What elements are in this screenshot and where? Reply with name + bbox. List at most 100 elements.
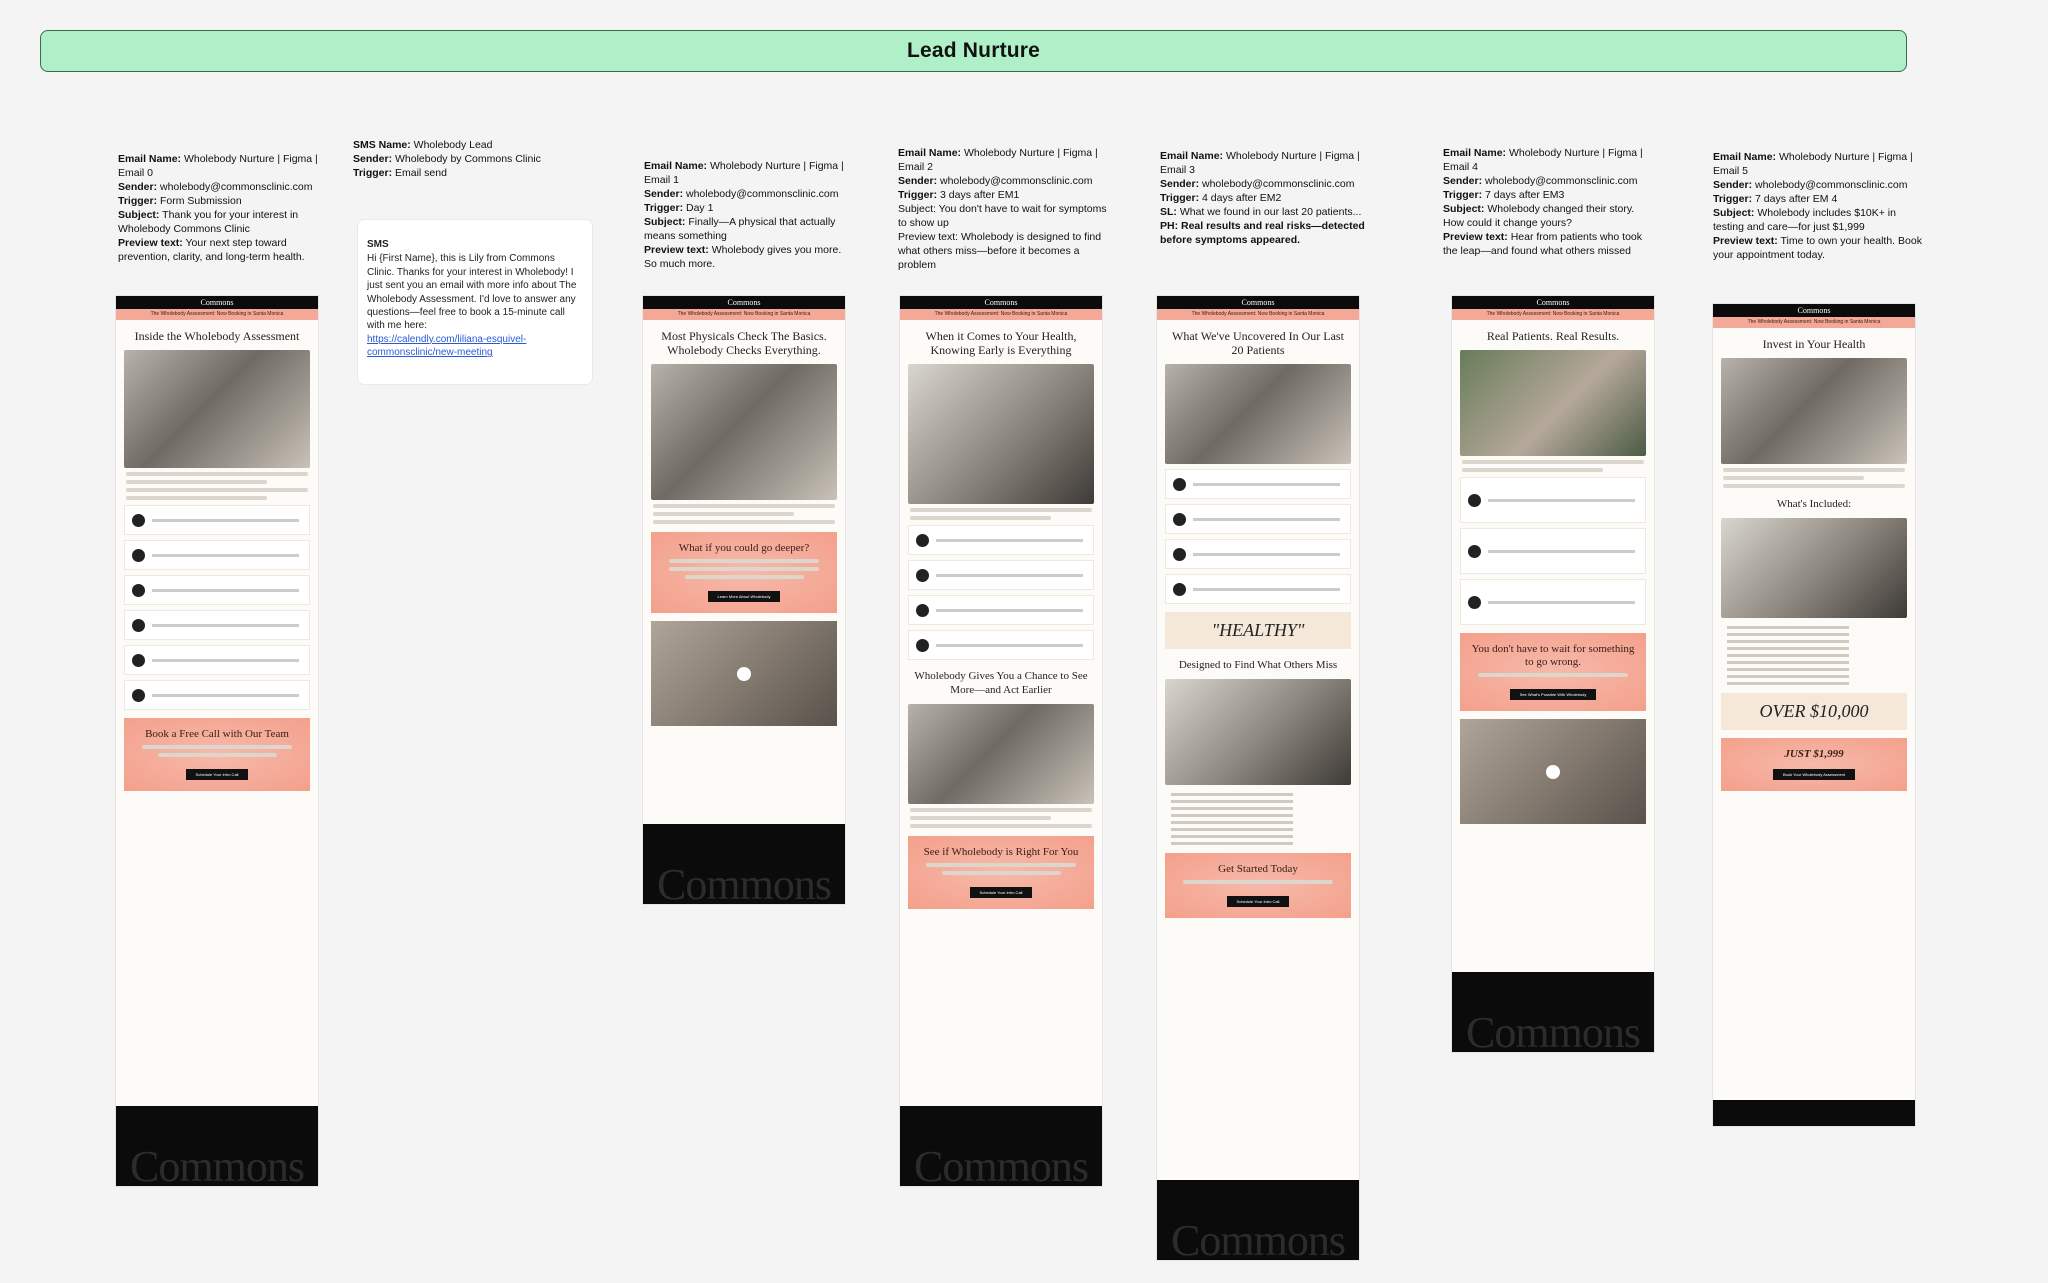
schedule-call-button[interactable]: Schedule Your Intro Call	[1226, 896, 1290, 907]
testimonial-image	[1460, 350, 1646, 456]
meta-label: Email Name:	[1443, 147, 1507, 159]
meta-value: Day 1	[683, 202, 714, 214]
list-item	[124, 540, 310, 570]
email-announcement-bar: The Wholebody Assessment: Now Booking in…	[1713, 317, 1915, 328]
meta-label: Sender:	[1160, 178, 1200, 190]
meta-label: Email Name:	[898, 147, 962, 159]
avatar	[1468, 493, 1481, 507]
meta-value: Wholebody by Commons Clinic	[392, 153, 541, 165]
meta-line: Subject: Thank you for your interest in …	[118, 208, 328, 236]
meta-line: Trigger: 4 days after EM2	[1160, 191, 1370, 205]
sms-card: SMS Hi {First Name}, this is Lily from C…	[358, 220, 592, 384]
doctor-patient-image	[124, 350, 310, 468]
email5-preview[interactable]: Commons The Wholebody Assessment: Now Bo…	[1713, 304, 1915, 1126]
sms-calendly-link[interactable]: https://calendly.com/liliana-esquivel-co…	[367, 334, 526, 358]
meta-line: Subject: Wholebody includes $10K+ in tes…	[1713, 206, 1923, 234]
email-subheadline: Wholebody Gives You a Chance to See More…	[914, 670, 1088, 696]
email4-preview[interactable]: Commons The Wholebody Assessment: Now Bo…	[1452, 296, 1654, 1052]
email-logo: Commons	[1452, 296, 1654, 309]
bullet-icon	[916, 568, 929, 582]
email-headline: Most Physicals Check The Basics. Wholebo…	[661, 329, 827, 357]
video-thumbnail[interactable]	[1460, 719, 1646, 824]
healthy-callout: "HEALTHY"	[1165, 612, 1351, 649]
bullet-icon	[916, 533, 929, 547]
included-list	[1727, 626, 1901, 685]
meta-value: wholebody@commonsclinic.com	[1199, 178, 1355, 190]
sms-card-title: SMS	[367, 239, 389, 250]
email-headline: Inside the Wholebody Assessment	[134, 329, 300, 343]
meta-line: Trigger: Email send	[353, 166, 563, 180]
meta-line: Trigger: 7 days after EM 4	[1713, 192, 1923, 206]
email3-meta: Email Name: Wholebody Nurture | Figma | …	[1160, 149, 1370, 247]
meta-line: Trigger: Day 1	[644, 201, 854, 215]
meta-value: wholebody@commonsclinic.com	[1752, 179, 1908, 191]
learn-more-button[interactable]: Learn More About Wholebody	[707, 591, 781, 602]
meta-label: Trigger:	[1160, 192, 1200, 204]
cta-block: Book a Free Call with Our Team Schedule …	[124, 718, 310, 791]
meta-line: Sender: wholebody@commonsclinic.com	[898, 174, 1108, 188]
list-item	[124, 575, 310, 605]
testimonial-item	[1460, 528, 1646, 574]
bullet-icon	[132, 688, 145, 702]
cta-block: What if you could go deeper? Learn More …	[651, 532, 837, 613]
meta-label: Subject:	[1713, 207, 1755, 219]
list-item	[124, 610, 310, 640]
play-icon[interactable]	[1546, 764, 1560, 779]
bullet-icon	[132, 583, 145, 597]
meta-value: Preview text: Wholebody is designed to f…	[898, 231, 1102, 271]
meta-label: Subject:	[644, 216, 686, 228]
price: JUST $1,999	[1784, 748, 1844, 760]
meta-line: Subject: You don't have to wait for symp…	[898, 202, 1108, 230]
meta-line: Email Name: Wholebody Nurture | Figma | …	[118, 152, 328, 180]
testimonial-item	[1460, 579, 1646, 625]
email0-preview[interactable]: Commons The Wholebody Assessment: Now Bo…	[116, 296, 318, 1186]
scan-image	[1721, 518, 1907, 618]
schedule-call-button[interactable]: Schedule Your Intro Call	[969, 887, 1033, 898]
meta-line: Preview text: Wholebody is designed to f…	[898, 230, 1108, 272]
list-item	[1165, 539, 1351, 569]
meta-label: Subject:	[1443, 203, 1485, 215]
bullet-icon	[916, 603, 929, 617]
cta-block: JUST $1,999 Book Your Wholebody Assessme…	[1721, 738, 1907, 791]
value-callout: OVER $10,000	[1721, 693, 1907, 730]
doctor-patient-image	[1165, 364, 1351, 464]
meta-line: Sender: wholebody@commonsclinic.com	[1160, 177, 1370, 191]
avatar	[1468, 595, 1481, 609]
meta-label: Sender:	[1713, 179, 1753, 191]
meta-label: Preview text:	[1713, 235, 1778, 247]
email-headline: When it Comes to Your Health, Knowing Ea…	[925, 329, 1077, 357]
email-announcement-bar: The Wholebody Assessment: Now Booking in…	[1452, 309, 1654, 320]
meta-value: wholebody@commonsclinic.com	[683, 188, 839, 200]
email-footer: Commons	[643, 824, 845, 904]
play-icon[interactable]	[737, 666, 751, 681]
see-whats-possible-button[interactable]: See What's Possible With Wholebody	[1509, 689, 1597, 700]
meta-label: Subject:	[118, 209, 160, 221]
footer-wordmark: Commons	[130, 1142, 305, 1186]
doctor-image	[651, 364, 837, 500]
bullet-icon	[132, 548, 145, 562]
bullet-icon	[1173, 582, 1186, 596]
list-item	[1165, 574, 1351, 604]
meta-value: Subject: You don't have to wait for symp…	[898, 203, 1107, 229]
meta-line: Subject: Finally—A physical that actuall…	[644, 215, 854, 243]
email2-preview[interactable]: Commons The Wholebody Assessment: Now Bo…	[900, 296, 1102, 1186]
list-item	[124, 680, 310, 710]
email4-meta: Email Name: Wholebody Nurture | Figma | …	[1443, 146, 1653, 258]
cta-title: Book a Free Call with Our Team	[145, 728, 289, 740]
email-logo: Commons	[1157, 296, 1359, 309]
meta-value: Form Submission	[157, 195, 242, 207]
doctor-image	[1165, 679, 1351, 785]
schedule-call-button[interactable]: Schedule Your Intro Call	[185, 769, 249, 780]
bullet-icon	[132, 513, 145, 527]
video-thumbnail[interactable]	[651, 621, 837, 726]
cta-block: You don't have to wait for something to …	[1460, 633, 1646, 711]
email3-preview[interactable]: Commons The Wholebody Assessment: Now Bo…	[1157, 296, 1359, 1260]
email1-preview[interactable]: Commons The Wholebody Assessment: Now Bo…	[643, 296, 845, 904]
meta-line: Sender: wholebody@commonsclinic.com	[644, 187, 854, 201]
footer-wordmark: Commons	[914, 1142, 1089, 1186]
meta-value: wholebody@commonsclinic.com	[1482, 175, 1638, 187]
meta-line: Subject: Wholebody changed their story. …	[1443, 202, 1653, 230]
meta-label: Preview text:	[644, 244, 709, 256]
book-assessment-button[interactable]: Book Your Wholebody Assessment	[1772, 769, 1856, 780]
bullet-icon	[1173, 547, 1186, 561]
